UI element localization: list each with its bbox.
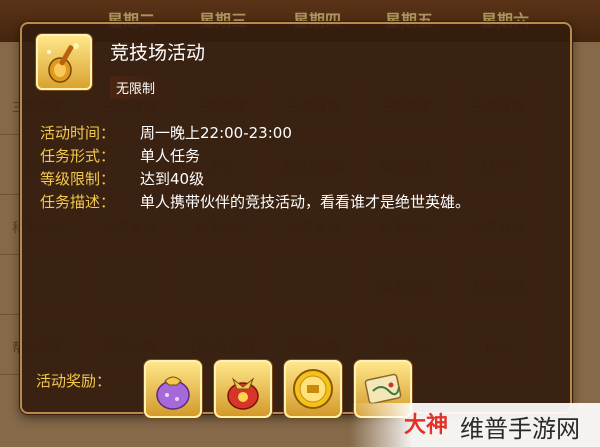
gold-coin-icon[interactable] bbox=[284, 360, 342, 418]
red-gift-bag-icon[interactable] bbox=[214, 360, 272, 418]
watermark-text: 维普手游网 bbox=[460, 415, 580, 443]
activity-title: 竞技场活动 bbox=[110, 42, 206, 64]
purple-pouch-icon[interactable] bbox=[144, 360, 202, 418]
detail-key: 活动时间： bbox=[40, 124, 116, 142]
watermark-logo: 大神 bbox=[404, 413, 449, 438]
detail-key: 任务形式： bbox=[40, 147, 116, 165]
detail-value: 单人携带伙伴的竞技活动，看看谁才是绝世英雄。 bbox=[140, 193, 471, 211]
detail-value: 单人任务 bbox=[140, 147, 201, 165]
detail-value: 达到40级 bbox=[140, 170, 205, 188]
reward-label: 活动奖励： bbox=[36, 372, 112, 390]
detail-value: 周一晚上22:00-23:00 bbox=[140, 124, 292, 142]
detail-key: 任务描述： bbox=[40, 193, 116, 211]
detail-key: 等级限制： bbox=[40, 170, 116, 188]
watermark: 大神 维普手游网 bbox=[350, 403, 600, 447]
activity-tooltip: 竞技场活动 无限制 活动时间： 周一晚上22:00-23:00 任务形式： 单人… bbox=[20, 22, 572, 418]
restriction-badge: 无限制 bbox=[110, 76, 162, 99]
pipa-lute-icon bbox=[36, 34, 92, 90]
